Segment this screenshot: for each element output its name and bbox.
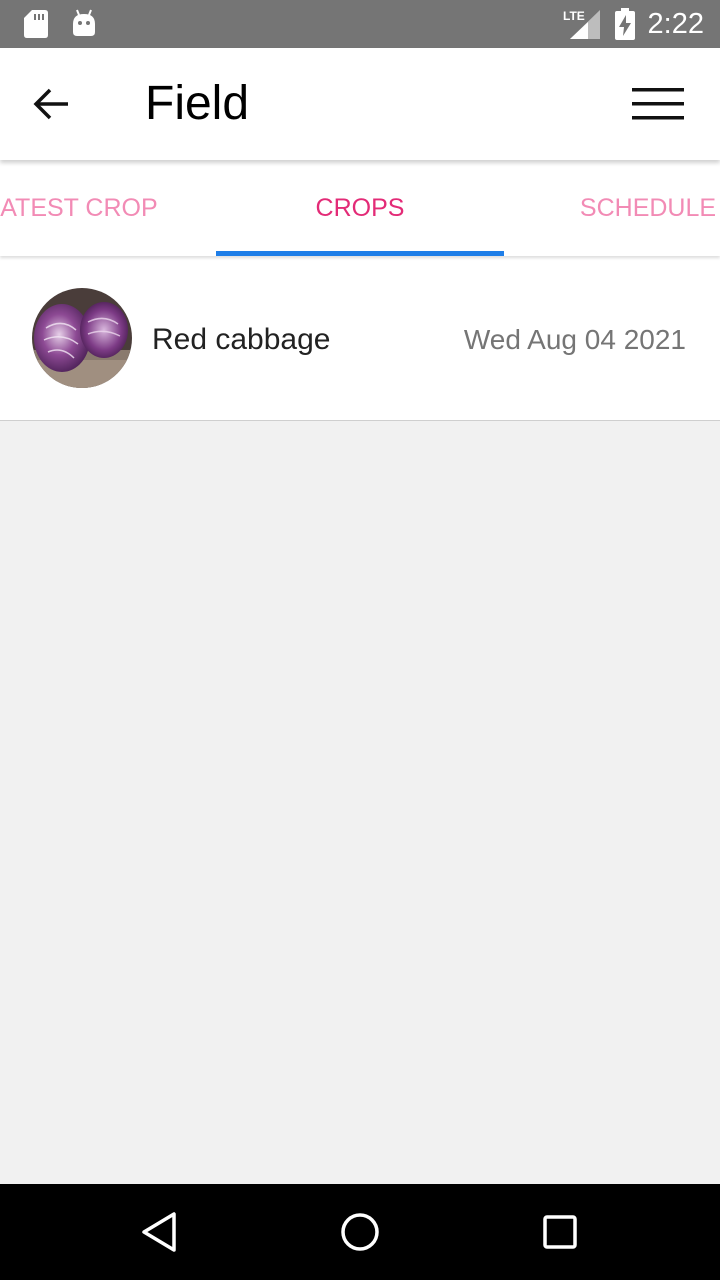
page-title: Field [145,77,250,130]
back-triangle-icon [142,1212,176,1252]
tab-schedule[interactable]: SCHEDULE [504,160,720,256]
nav-back-button[interactable] [134,1208,186,1256]
tab-crops[interactable]: CROPS [216,160,504,256]
home-circle-icon [341,1213,379,1251]
arrow-left-icon [33,88,68,120]
list-item[interactable]: Red cabbage Wed Aug 04 2021 [0,256,720,421]
battery-charging-icon [615,8,635,40]
crop-avatar [32,288,132,388]
nav-recents-button[interactable] [534,1208,586,1256]
menu-button[interactable] [626,78,690,130]
crop-date: Wed Aug 04 2021 [463,324,686,355]
red-cabbage-photo [32,288,132,388]
tab-bar: LATEST CROP CROPS SCHEDULE [0,160,720,256]
crop-list: Red cabbage Wed Aug 04 2021 [0,256,720,421]
tab-latest-crop[interactable]: LATEST CROP [0,160,216,256]
svg-text:LTE: LTE [563,9,585,23]
lte-signal-icon: LTE [563,9,600,39]
android-icon [73,9,95,36]
status-bar: LTE 2:22 [0,0,720,48]
recents-square-icon [543,1215,577,1249]
sd-card-icon [24,10,48,38]
hamburger-menu-icon [632,88,684,120]
tab-indicator [216,251,504,256]
crop-name: Red cabbage [152,323,331,356]
nav-home-button[interactable] [334,1208,386,1256]
app-bar: Field [0,48,720,160]
back-button[interactable] [20,74,84,134]
status-clock: 2:22 [647,8,704,40]
navigation-bar [0,1184,720,1280]
